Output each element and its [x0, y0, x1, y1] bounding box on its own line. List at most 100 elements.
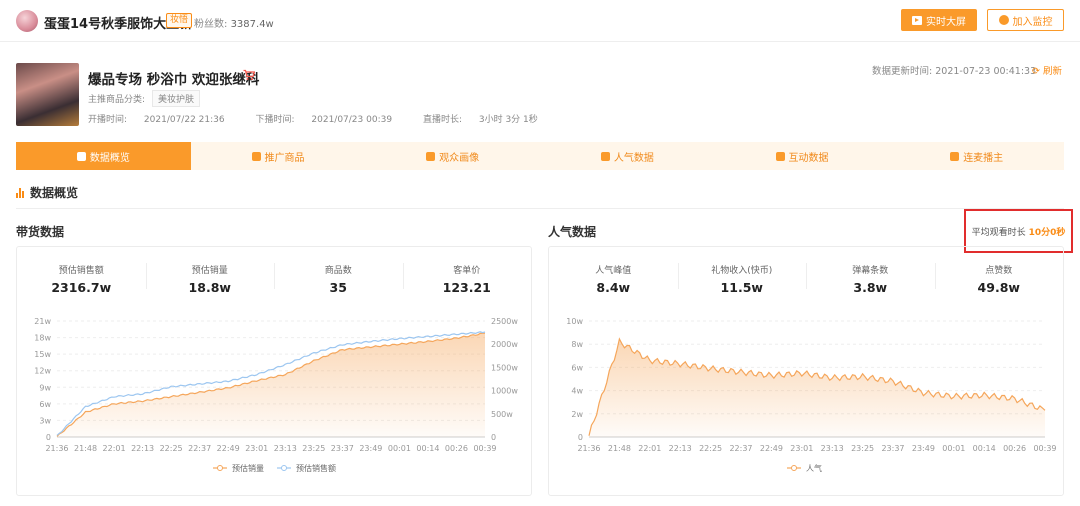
portrait-icon	[426, 151, 436, 161]
x-tick-label: 00:14	[416, 444, 439, 453]
x-tick-label: 22:49	[217, 444, 240, 453]
refresh-icon: ⟳	[1032, 66, 1040, 77]
link-icon	[950, 151, 960, 161]
y-tick-label: 6w	[39, 400, 51, 409]
sales-chart[interactable]: 0 3w 6w 9w 12w 15w 18w 21w 0 500w 1000w 1500w 2000w 2…	[17, 295, 533, 495]
end-time: 下播时间: 2021/07/23 00:39	[255, 115, 406, 125]
x-tick-label: 23:37	[331, 444, 354, 453]
legend-label: 预估销售额	[296, 463, 336, 473]
y2-tick-label: 1500w	[491, 363, 518, 372]
stat-unit-price: 客单价 123.21	[402, 257, 532, 295]
tab-interaction-data[interactable]: 互动数据	[715, 142, 890, 170]
flame-icon	[600, 151, 610, 161]
x-tick-label: 21:48	[608, 444, 631, 453]
tab-label: 人气数据	[613, 152, 654, 164]
cart-icon	[243, 69, 256, 81]
realtime-screen-button[interactable]: 实时大屏	[901, 9, 977, 31]
y2-tick-label: 2000w	[491, 340, 518, 349]
refresh-button[interactable]: ⟳ 刷新	[1032, 63, 1062, 77]
live-times: 开播时间: 2021/07/22 21:36 下播时间: 2021/07/23 …	[88, 112, 566, 125]
stat-label: 客单价	[453, 266, 481, 276]
tab-label: 推广商品	[264, 152, 305, 164]
sales-panel: 预估销售额 2316.7w 预估销量 18.8w 商品数 35 客单价 123.21 0…	[16, 246, 532, 496]
tab-promoted-products[interactable]: 推广商品	[191, 142, 366, 170]
x-tick-label: 23:13	[274, 444, 297, 453]
y2-tick-label: 2500w	[491, 317, 518, 326]
y-tick-label: 12w	[34, 367, 51, 376]
update-time-value: 2021-07-23 00:41:33	[935, 66, 1037, 77]
y-tick-label: 6w	[571, 363, 583, 372]
stat-value: 11.5w	[720, 280, 763, 295]
legend-marker	[791, 465, 797, 471]
x-tick-label: 22:01	[103, 444, 126, 453]
series-area	[589, 339, 1045, 437]
add-monitor-button[interactable]: 加入监控	[987, 9, 1064, 31]
x-tick-label: 23:25	[302, 444, 325, 453]
x-tick-label: 23:01	[790, 444, 813, 453]
tab-audience-profile[interactable]: 观众画像	[365, 142, 540, 170]
live-title: 爆品专场 秒浴巾 欢迎张继科	[88, 72, 260, 88]
y-tick-label: 10w	[566, 317, 583, 326]
x-tick-label: 23:49	[912, 444, 935, 453]
fans-count: 粉丝数: 3387.4w	[194, 15, 274, 30]
y-tick-label: 4w	[571, 387, 583, 396]
stat-value: 2316.7w	[51, 280, 112, 295]
legend-label: 人气	[806, 463, 822, 473]
x-tick-label: 23:49	[359, 444, 382, 453]
stat-label: 预估销量	[191, 266, 228, 276]
tab-data-overview[interactable]: 数据概览	[16, 142, 191, 170]
stat-est-sales-volume: 预估销量 18.8w	[145, 257, 275, 295]
x-tick-label: 00:26	[445, 444, 468, 453]
avg-watch-label: 平均观看时长	[971, 227, 1026, 238]
y-tick-label: 8w	[571, 340, 583, 349]
x-tick-label: 23:25	[851, 444, 874, 453]
legend-label: 预估销量	[232, 463, 264, 473]
x-tick-label: 00:01	[942, 444, 965, 453]
realtime-screen-label: 实时大屏	[926, 16, 966, 28]
x-tick-label: 22:13	[669, 444, 692, 453]
sales-stats: 预估销售额 2316.7w 预估销量 18.8w 商品数 35 客单价 123.21	[17, 257, 531, 295]
y-tick-label: 0	[46, 433, 51, 442]
popularity-chart[interactable]: 0 2w 4w 6w 8w 10w 21:36 21:48 22:01 22:13 22:25 22:…	[549, 295, 1065, 495]
update-time: 数据更新时间: 2021-07-23 00:41:33	[872, 63, 1036, 77]
y2-tick-label: 1000w	[491, 387, 518, 396]
monitor-icon	[998, 15, 1009, 25]
section-heading: 数据概览	[16, 184, 78, 201]
refresh-label: 刷新	[1043, 66, 1063, 77]
x-tick-label: 00:14	[973, 444, 996, 453]
stat-product-count: 商品数 35	[274, 257, 403, 295]
x-tick-label: 22:13	[131, 444, 154, 453]
anchor-badge: 妆悟	[166, 13, 193, 28]
tab-label: 互动数据	[788, 152, 829, 164]
sales-panel-title: 带货数据	[16, 225, 65, 239]
start-time-label: 开播时间:	[88, 115, 128, 125]
stat-value: 3.8w	[853, 280, 888, 295]
x-tick-label: 22:37	[729, 444, 752, 453]
stat-est-sales-amount: 预估销售额 2316.7w	[17, 257, 146, 295]
update-time-label: 数据更新时间:	[872, 66, 933, 77]
y-tick-label: 15w	[34, 350, 51, 359]
live-cover-image[interactable]	[16, 63, 79, 126]
tab-linked-streamers[interactable]: 连麦播主	[889, 142, 1064, 170]
legend-marker	[281, 465, 287, 471]
stat-value: 8.4w	[596, 280, 631, 295]
avatar[interactable]	[16, 10, 38, 32]
divider	[16, 208, 1064, 209]
series-area	[57, 333, 485, 437]
y-tick-label: 3w	[39, 416, 51, 425]
x-tick-label: 21:48	[74, 444, 97, 453]
popularity-stats: 人气峰值 8.4w 礼物收入(快币) 11.5w 弹幕条数 3.8w 点赞数 49.8w	[549, 257, 1063, 295]
end-time-label: 下播时间:	[255, 115, 295, 125]
stat-label: 弹幕条数	[852, 266, 889, 276]
x-tick-label: 00:39	[1033, 444, 1056, 453]
x-tick-label: 22:25	[160, 444, 183, 453]
tab-label: 连麦播主	[963, 152, 1004, 164]
duration-value: 3小时 3分 1秒	[478, 115, 538, 125]
x-tick-label: 23:37	[881, 444, 904, 453]
x-tick-label: 21:36	[577, 444, 600, 453]
fans-label: 粉丝数:	[194, 19, 228, 30]
y-tick-label: 18w	[34, 334, 51, 343]
y-tick-label: 2w	[571, 410, 583, 419]
duration-label: 直播时长:	[422, 115, 462, 125]
tab-popularity-data[interactable]: 人气数据	[540, 142, 715, 170]
